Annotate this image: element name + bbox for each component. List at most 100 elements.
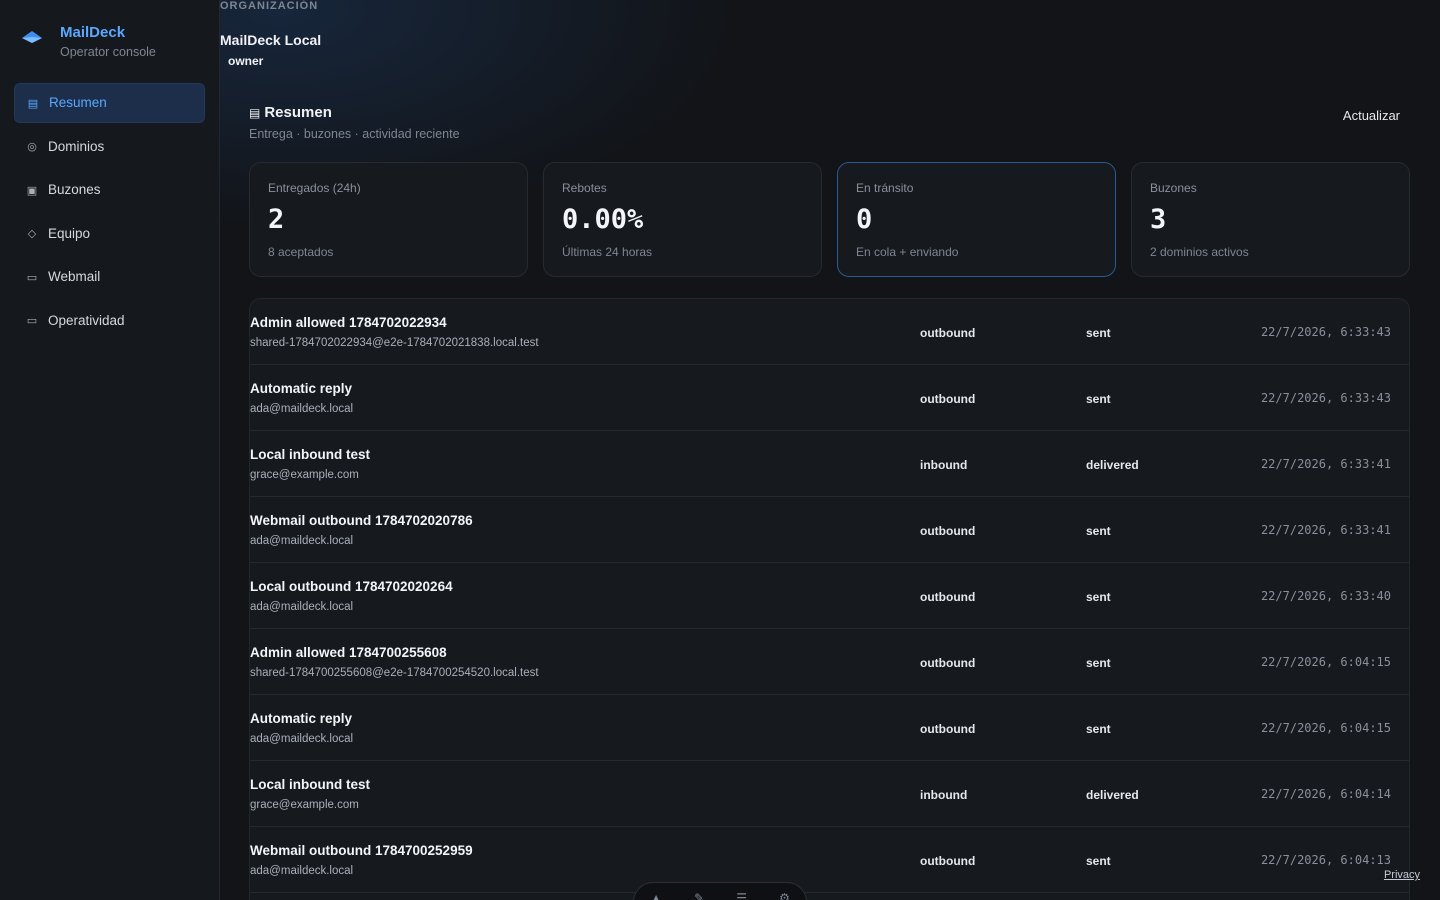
sidebar-item-label: Dominios (48, 138, 105, 154)
sidebar-item-label: Resumen (49, 95, 107, 110)
toolbar-menu-icon[interactable]: ☰ (736, 891, 747, 900)
message-sender: shared-1784702022934@e2e-1784702021838.l… (250, 337, 539, 349)
privacy-link[interactable]: Privacy (1384, 869, 1420, 881)
mailbox-icon: ▣ (26, 184, 38, 197)
message-status: delivered (1086, 458, 1139, 472)
message-subject: Automatic reply (250, 381, 353, 396)
table-row[interactable]: Automatic reply ada@maildeck.local outbo… (250, 695, 1409, 761)
message-status: sent (1086, 524, 1111, 538)
sidebar-item-webmail[interactable]: ▭ Webmail (14, 257, 205, 297)
message-status: sent (1086, 722, 1111, 736)
message-direction: inbound (920, 788, 968, 802)
message-status: sent (1086, 656, 1111, 670)
org-name[interactable]: MailDeck Local (220, 32, 321, 48)
table-row[interactable]: Webmail outbound 1784702020786 ada@maild… (250, 497, 1409, 563)
table-row[interactable]: Local inbound test grace@example.com inb… (250, 761, 1409, 827)
refresh-button[interactable]: Actualizar (1343, 108, 1400, 123)
message-status: sent (1086, 590, 1111, 604)
operations-icon: ▭ (26, 315, 38, 328)
table-row[interactable]: Automatic reply ada@maildeck.local outbo… (250, 365, 1409, 431)
stat-value: 2 (268, 204, 285, 235)
message-time: 22/7/2026, 6:33:41 (1260, 457, 1391, 471)
message-subject: Admin allowed 1784700255608 (250, 645, 447, 660)
table-row[interactable]: Admin allowed 1784700255608 shared-17847… (250, 629, 1409, 695)
message-activity-list: Admin allowed 1784702022934 shared-17847… (249, 298, 1410, 900)
message-time: 22/7/2026, 6:33:41 (1260, 523, 1391, 537)
message-status: delivered (1086, 788, 1139, 802)
page-subtitle: Entrega · buzones · actividad reciente (249, 127, 460, 141)
message-time: 22/7/2026, 6:33:43 (1260, 391, 1391, 405)
stat-card-mailboxes: Buzones 3 2 dominios activos (1131, 162, 1410, 277)
sidebar-item-label: Equipo (48, 225, 91, 241)
message-sender: grace@example.com (250, 469, 359, 481)
sidebar-item-dominios[interactable]: ◎ Dominios (14, 127, 205, 167)
stat-value: 0.00% (562, 204, 644, 235)
list-icon: ▤ (27, 97, 39, 110)
stat-note: En cola + enviando (856, 245, 959, 259)
message-sender: shared-1784700255608@e2e-1784700254520.l… (250, 667, 539, 679)
message-time: 22/7/2026, 6:33:43 (1260, 325, 1391, 339)
brand[interactable]: MailDeck Operator console (20, 24, 156, 59)
app-subtitle: Operator console (60, 45, 156, 59)
table-row[interactable]: Local outbound 1784702020264 ada@maildec… (250, 563, 1409, 629)
message-status: sent (1086, 326, 1111, 340)
message-time: 22/7/2026, 6:04:15 (1260, 721, 1391, 735)
message-status: sent (1086, 392, 1111, 406)
message-time: 22/7/2026, 6:04:14 (1260, 787, 1391, 801)
page-title-text: Resumen (264, 104, 332, 121)
sidebar-item-operatividad[interactable]: ▭ Operatividad (14, 301, 205, 341)
sidebar-item-label: Webmail (48, 269, 101, 285)
stat-label: Rebotes (562, 181, 607, 195)
stat-card-bounces: Rebotes 0.00% Últimas 24 horas (543, 162, 822, 277)
message-direction: outbound (920, 392, 976, 406)
message-subject: Webmail outbound 1784700252959 (250, 843, 473, 858)
stat-label: En tránsito (856, 181, 914, 195)
message-subject: Local inbound test (250, 777, 370, 792)
message-sender: ada@maildeck.local (250, 535, 354, 547)
sidebar-item-label: Operatividad (48, 312, 125, 328)
stat-label: Entregados (24h) (268, 181, 361, 195)
message-status: sent (1086, 854, 1111, 868)
message-subject: Local outbound 1784702020264 (250, 579, 453, 594)
stat-card-in-transit: En tránsito 0 En cola + enviando (837, 162, 1116, 277)
message-time: 22/7/2026, 6:33:40 (1260, 589, 1391, 603)
stats-cards: Entregados (24h) 2 8 aceptados Rebotes 0… (249, 162, 1410, 277)
main-content: ORGANIZACIÓN MailDeck Local owner ▤ Resu… (220, 0, 1440, 900)
message-sender: ada@maildeck.local (250, 865, 354, 877)
message-subject: Webmail outbound 1784702020786 (250, 513, 473, 528)
stat-note: 8 aceptados (268, 245, 334, 259)
message-subject: Automatic reply (250, 711, 353, 726)
table-row[interactable]: Admin allowed 1784702022934 shared-17847… (250, 299, 1409, 365)
sidebar-item-label: Buzones (48, 182, 101, 198)
stat-note: Últimas 24 horas (562, 245, 653, 259)
stat-value: 0 (856, 204, 873, 235)
message-sender: ada@maildeck.local (250, 601, 354, 613)
toolbar-settings-icon[interactable]: ⚙ (779, 891, 790, 900)
message-time: 22/7/2026, 6:04:15 (1260, 655, 1391, 669)
table-row[interactable]: Local inbound test grace@example.com inb… (250, 431, 1409, 497)
org-role: owner (228, 54, 264, 68)
globe-icon: ◎ (27, 141, 37, 154)
toolbar-edit-icon[interactable]: ✎ (694, 891, 704, 900)
webmail-icon: ▭ (26, 271, 38, 284)
message-direction: outbound (920, 722, 976, 736)
toolbar-user-icon[interactable]: ▲ (650, 891, 662, 900)
team-icon: ◇ (27, 228, 37, 241)
page-title: ▤ Resumen (249, 104, 332, 121)
list-icon: ▤ (249, 105, 261, 120)
message-sender: grace@example.com (250, 799, 359, 811)
sidebar-item-buzones[interactable]: ▣ Buzones (14, 170, 205, 210)
sidebar-item-resumen[interactable]: ▤ Resumen (14, 83, 205, 123)
floating-toolbar[interactable]: ▲ ✎ ☰ ⚙ (633, 882, 807, 900)
message-subject: Local inbound test (250, 447, 370, 462)
message-direction: outbound (920, 590, 976, 604)
message-time: 22/7/2026, 6:04:13 (1260, 853, 1391, 867)
org-label: ORGANIZACIÓN (220, 0, 319, 12)
stat-value: 3 (1150, 204, 1167, 235)
sidebar-item-equipo[interactable]: ◇ Equipo (14, 214, 205, 254)
message-sender: ada@maildeck.local (250, 403, 354, 415)
table-row[interactable]: Webmail outbound 1784700252959 ada@maild… (250, 827, 1409, 893)
stat-note: 2 dominios activos (1150, 245, 1249, 259)
message-subject: Admin allowed 1784702022934 (250, 315, 447, 330)
message-sender: ada@maildeck.local (250, 733, 354, 745)
